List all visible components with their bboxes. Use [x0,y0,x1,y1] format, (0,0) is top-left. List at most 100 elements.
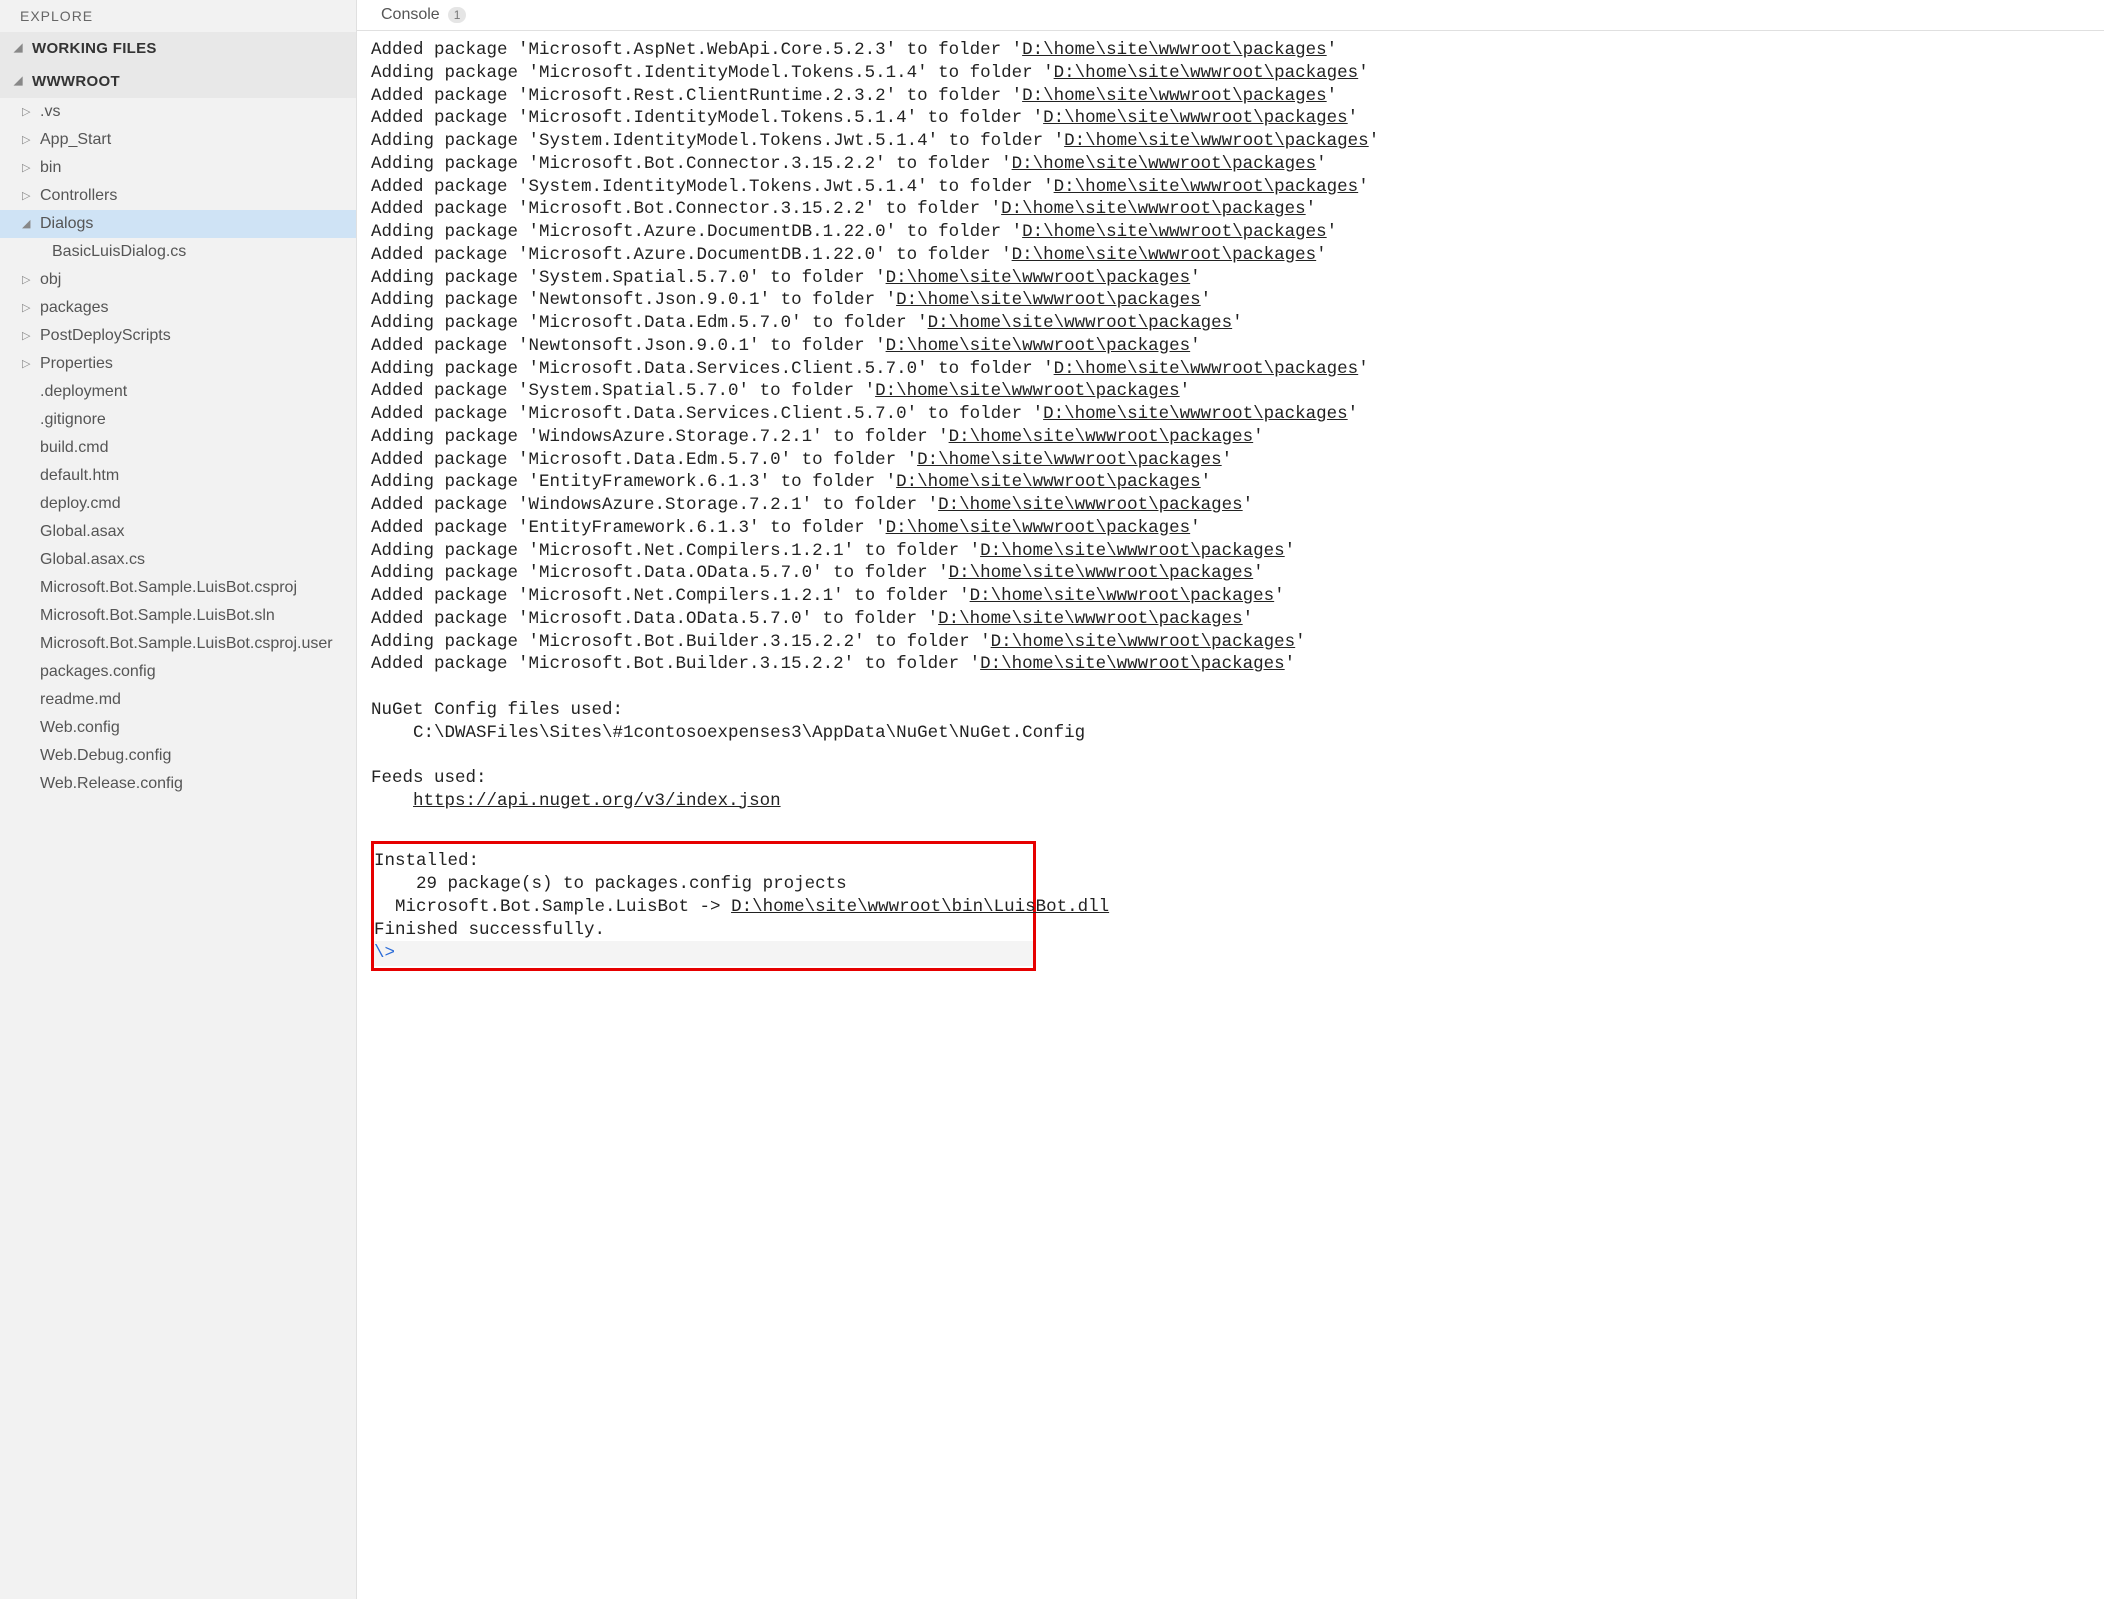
tree-item-label: Web.Release.config [40,775,183,793]
console-line: Added package 'Microsoft.Data.OData.5.7.… [371,608,2090,631]
caret-right-icon: ▷ [22,357,34,370]
tree-item[interactable]: ▷Global.asax [0,518,356,546]
caret-down-icon: ◢ [14,74,26,87]
console-line: Feeds used: [371,767,2090,790]
tree-item[interactable]: ▷build.cmd [0,434,356,462]
tree-item[interactable]: ▷Controllers [0,182,356,210]
console-line: Adding package 'Microsoft.Azure.Document… [371,221,2090,244]
console-line: Adding package 'Microsoft.Bot.Connector.… [371,153,2090,176]
path-link[interactable]: D:\home\site\wwwroot\packages [1054,177,1359,197]
path-link[interactable]: D:\home\site\wwwroot\packages [991,632,1296,652]
tree-item[interactable]: ▷ Properties [0,350,356,378]
tree-item[interactable]: ▷obj [0,266,356,294]
tree-item[interactable]: ▷App_Start [0,126,356,154]
console-prompt[interactable]: \> [374,943,395,963]
tree-item-label: Dialogs [40,215,93,233]
path-link[interactable]: D:\home\site\wwwroot\packages [1022,40,1327,60]
tree-item-label: Global.asax.cs [40,551,145,569]
tab-badge: 1 [448,7,467,23]
tree-item[interactable]: ▷deploy.cmd [0,490,356,518]
console-line: Adding package 'System.IdentityModel.Tok… [371,130,2090,153]
tree-item-label: Microsoft.Bot.Sample.LuisBot.csproj.user [40,635,333,653]
path-link[interactable]: D:\home\site\wwwroot\packages [1012,154,1317,174]
tree-item-label: Global.asax [40,523,125,541]
path-link[interactable]: D:\home\site\wwwroot\packages [1043,108,1348,128]
tree-item[interactable]: ◢Dialogs [0,210,356,238]
path-link[interactable]: D:\home\site\wwwroot\packages [980,541,1285,561]
path-link[interactable]: D:\home\site\wwwroot\packages [938,609,1243,629]
caret-right-icon: ▷ [22,273,34,286]
path-link[interactable]: D:\home\site\wwwroot\packages [980,654,1285,674]
caret-right-icon: ▷ [22,329,34,342]
tree-item[interactable]: ▷PostDeployScripts [0,322,356,350]
console-line [371,744,2090,767]
file-tree: ▷.vs▷App_Start▷bin▷Controllers◢DialogsBa… [0,98,356,798]
console-line: Adding package 'Newtonsoft.Json.9.0.1' t… [371,289,2090,312]
path-link[interactable]: D:\home\site\wwwroot\packages [886,268,1191,288]
tree-item-label: Controllers [40,187,117,205]
console-line: C:\DWASFiles\Sites\#1contosoexpenses3\Ap… [371,722,2090,745]
console-line: Added package 'Microsoft.Data.Services.C… [371,403,2090,426]
console-line: Added package 'System.IdentityModel.Toke… [371,176,2090,199]
path-link[interactable]: D:\home\site\wwwroot\packages [1001,199,1306,219]
console-output[interactable]: Added package 'Microsoft.AspNet.WebApi.C… [357,31,2104,1599]
tree-item[interactable]: ▷readme.md [0,686,356,714]
path-link[interactable]: D:\home\site\wwwroot\packages [1043,404,1348,424]
path-link[interactable]: D:\home\site\wwwroot\packages [1064,131,1369,151]
path-link[interactable]: D:\home\site\wwwroot\packages [886,336,1191,356]
path-link[interactable]: D:\home\site\wwwroot\packages [1012,245,1317,265]
caret-right-icon: ▷ [22,301,34,314]
tree-item[interactable]: ▷Microsoft.Bot.Sample.LuisBot.csproj [0,574,356,602]
tree-item[interactable]: ▷Microsoft.Bot.Sample.LuisBot.csproj.use… [0,630,356,658]
tree-item[interactable]: ▷Global.asax.cs [0,546,356,574]
path-link[interactable]: D:\home\site\wwwroot\packages [886,518,1191,538]
console-line: Adding package 'Microsoft.Data.Services.… [371,358,2090,381]
console-line: Installed: [374,850,1033,873]
console-line: Added package 'Microsoft.Bot.Builder.3.1… [371,653,2090,676]
path-link[interactable]: D:\home\site\wwwroot\packages [1022,222,1327,242]
tree-item[interactable]: BasicLuisDialog.cs [0,238,356,266]
tree-item[interactable]: ▷Web.Debug.config [0,742,356,770]
path-link[interactable]: D:\home\site\wwwroot\packages [949,563,1254,583]
tab-console[interactable]: Console [381,6,440,24]
tree-item[interactable]: ▷packages [0,294,356,322]
tree-item[interactable]: ▷packages.config [0,658,356,686]
tree-item-label: App_Start [40,131,111,149]
path-link[interactable]: D:\home\site\wwwroot\packages [970,586,1275,606]
console-line: Adding package 'Microsoft.Bot.Builder.3.… [371,631,2090,654]
sidebar: EXPLORE ◢ WORKING FILES ◢ WWWROOT ▷.vs▷A… [0,0,357,1599]
tree-item[interactable]: ▷.vs [0,98,356,126]
feed-link[interactable]: https://api.nuget.org/v3/index.json [413,791,781,811]
tree-item-label: Properties [40,355,113,373]
tree-item-label: build.cmd [40,439,108,457]
tree-item-label: packages.config [40,663,156,681]
working-files-header[interactable]: ◢ WORKING FILES [0,32,356,65]
path-link[interactable]: D:\home\site\wwwroot\packages [875,381,1180,401]
tree-item[interactable]: ▷default.htm [0,462,356,490]
path-link[interactable]: D:\home\site\wwwroot\packages [1022,86,1327,106]
console-line: Added package 'Microsoft.IdentityModel.T… [371,107,2090,130]
tree-item[interactable]: ▷Web.config [0,714,356,742]
tree-item-label: .vs [40,103,60,121]
console-line: Added package 'Microsoft.Net.Compilers.1… [371,585,2090,608]
path-link[interactable]: D:\home\site\wwwroot\packages [938,495,1243,515]
path-link[interactable]: D:\home\site\wwwroot\packages [1054,63,1359,83]
caret-down-icon: ◢ [14,41,26,54]
tree-item[interactable]: ▷Web.Release.config [0,770,356,798]
console-line: Added package 'Microsoft.Rest.ClientRunt… [371,85,2090,108]
tree-item-label: Web.Debug.config [40,747,171,765]
path-link[interactable]: D:\home\site\wwwroot\packages [928,313,1233,333]
tree-item[interactable]: ▷.deployment [0,378,356,406]
tree-item[interactable]: ▷Microsoft.Bot.Sample.LuisBot.sln [0,602,356,630]
path-link[interactable]: D:\home\site\wwwroot\packages [917,450,1222,470]
tree-item[interactable]: ▷.gitignore [0,406,356,434]
path-link[interactable]: D:\home\site\wwwroot\packages [949,427,1254,447]
path-link[interactable]: D:\home\site\wwwroot\packages [1054,359,1359,379]
path-link[interactable]: D:\home\site\wwwroot\packages [896,290,1201,310]
path-link[interactable]: D:\home\site\wwwroot\bin\LuisBot.dll [731,897,1109,917]
tree-item[interactable]: ▷bin [0,154,356,182]
console-line: Adding package 'Microsoft.Data.Edm.5.7.0… [371,312,2090,335]
wwwroot-header[interactable]: ◢ WWWROOT [0,65,356,98]
tab-bar: Console 1 [357,0,2104,31]
path-link[interactable]: D:\home\site\wwwroot\packages [896,472,1201,492]
